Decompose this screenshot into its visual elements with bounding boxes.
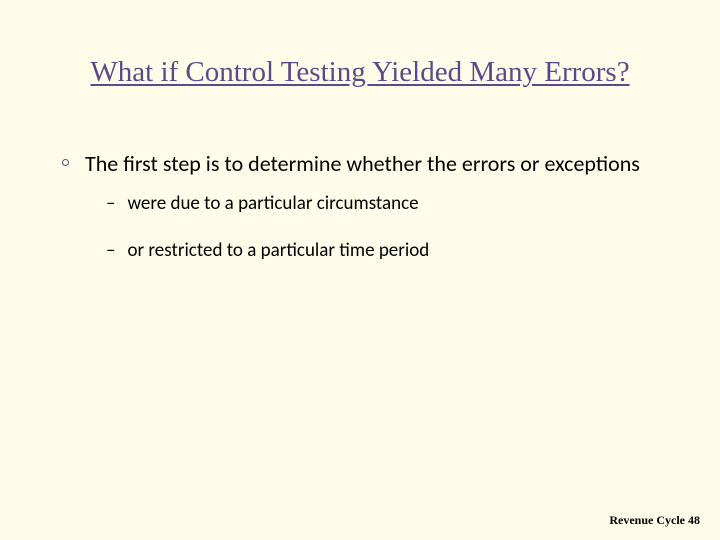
slide: What if Control Testing Yielded Many Err… xyxy=(0,0,720,540)
bullet-icon xyxy=(62,159,69,166)
bullet-item: The first step is to determine whether t… xyxy=(62,150,660,178)
slide-title: What if Control Testing Yielded Many Err… xyxy=(0,56,720,89)
bullet-text: The first step is to determine whether t… xyxy=(85,150,640,178)
dash-icon: – xyxy=(106,192,115,216)
slide-footer: Revenue Cycle 48 xyxy=(609,513,700,528)
sub-bullet-text: or restricted to a particular time perio… xyxy=(127,239,429,263)
slide-body: The first step is to determine whether t… xyxy=(62,150,660,287)
sub-bullet-item: – or restricted to a particular time per… xyxy=(106,239,660,263)
sub-bullet-text: were due to a particular circumstance xyxy=(127,192,418,216)
sub-bullet-item: – were due to a particular circumstance xyxy=(106,192,660,216)
dash-icon: – xyxy=(106,239,115,263)
sub-bullet-list: – were due to a particular circumstance … xyxy=(106,192,660,264)
